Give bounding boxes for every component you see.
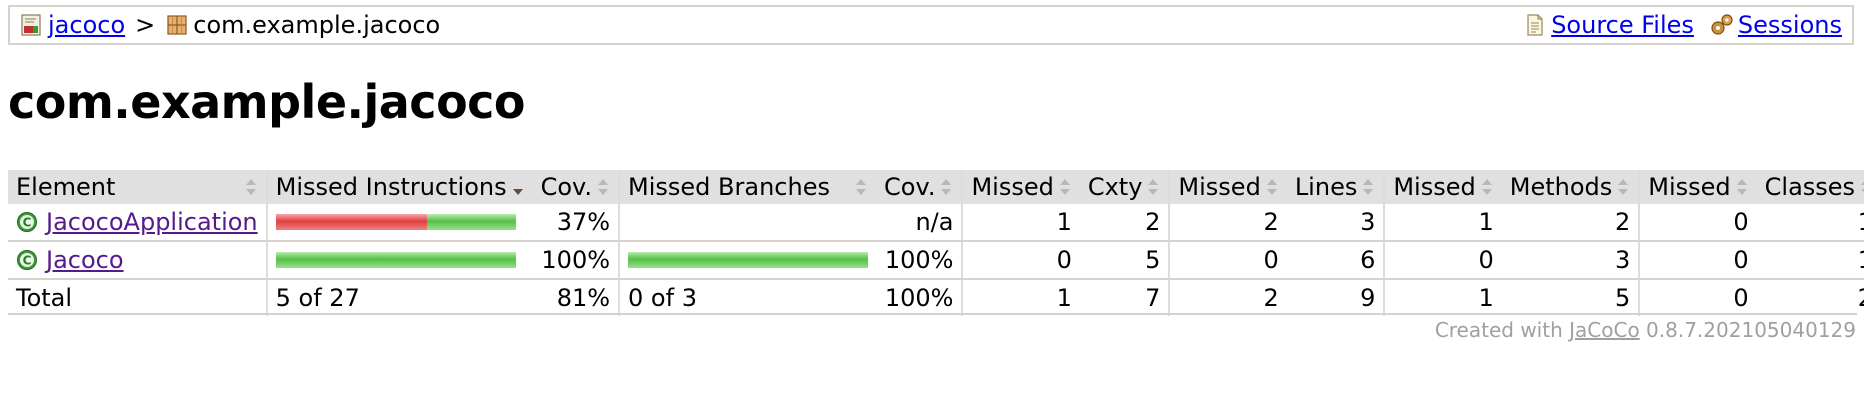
svg-text:C: C (23, 254, 32, 268)
missed-classes-cell: 0 (1638, 241, 1757, 280)
cov-instructions-cell: 37% (532, 204, 620, 242)
cxty-cell: 2 (1079, 204, 1170, 242)
sort-descending-icon (511, 176, 525, 198)
sort-icon (1859, 176, 1864, 198)
sort-icon (939, 176, 953, 198)
sort-icon (1735, 176, 1749, 198)
classes-cell: 1 (1756, 241, 1864, 280)
breadcrumb-root-link[interactable]: jacoco (48, 11, 125, 39)
sort-icon (1058, 176, 1072, 198)
total-missed-methods: 1 (1383, 279, 1502, 316)
lines-cell: 3 (1286, 204, 1385, 242)
svg-text:C: C (23, 216, 32, 230)
header-missed-instructions[interactable]: Missed Instructions (265, 170, 533, 204)
header-methods[interactable]: Methods (1501, 170, 1640, 204)
branches-bar-cell (618, 241, 877, 280)
header-classes[interactable]: Classes (1756, 170, 1864, 204)
covered-bar (628, 252, 869, 268)
missed-cxty-cell: 0 (961, 241, 1080, 280)
header-element[interactable]: Element (8, 170, 267, 204)
coverage-table: Element Missed Instructions Cov. Missed … (8, 170, 1864, 316)
total-missed-branches: 0 of 3 (618, 279, 877, 316)
package-icon (165, 13, 189, 37)
element-cell: C JacocoApplication (8, 204, 267, 242)
instructions-bar-cell (265, 204, 533, 242)
total-cxty: 7 (1145, 284, 1161, 312)
missed-cxty-cell: 1 (961, 204, 1080, 242)
page-title: com.example.jacoco (8, 75, 526, 129)
missed-lines-cell: 2 (1168, 204, 1287, 242)
total-lines: 9 (1360, 284, 1376, 312)
footer: Created with JaCoCo 0.8.7.202105040129 (1435, 318, 1856, 342)
footer-divider (8, 313, 1857, 315)
breadcrumb: jacoco > com.example.jacoco Source Files… (8, 5, 1854, 45)
header-cov-instructions[interactable]: Cov. (532, 170, 620, 204)
classes-cell: 1 (1756, 204, 1864, 242)
footer-prefix: Created with (1434, 318, 1563, 342)
table-row: C JacocoApplication 37% n/a 1 2 2 3 1 2 … (8, 204, 1864, 242)
covered-bar (426, 214, 516, 230)
sort-icon (596, 176, 610, 198)
breadcrumb-separator: > (135, 11, 156, 39)
header-missed-lines[interactable]: Missed (1168, 170, 1287, 204)
cov-branches-cell: 100% (876, 241, 963, 280)
footer-version: 0.8.7.202105040129 (1646, 318, 1856, 342)
table-header-row: Element Missed Instructions Cov. Missed … (8, 170, 1864, 204)
table-row: C Jacoco 100% 100% 0 5 0 6 0 3 0 (8, 241, 1864, 280)
cxty-cell: 5 (1079, 241, 1170, 280)
total-cov-branches: 100% (884, 284, 954, 312)
total-label: Total (16, 284, 73, 312)
header-cxty[interactable]: Cxty (1079, 170, 1170, 204)
missed-methods-cell: 0 (1383, 241, 1502, 280)
total-missed-classes: 0 (1638, 279, 1757, 316)
report-page: jacoco > com.example.jacoco Source Files… (0, 0, 1864, 412)
class-icon: C (17, 250, 37, 270)
total-cov-instructions: 81% (556, 284, 611, 312)
element-link[interactable]: JacocoApplication (46, 208, 258, 236)
methods-cell: 3 (1501, 241, 1640, 280)
missed-classes-cell: 0 (1638, 204, 1757, 242)
sort-icon (1616, 176, 1630, 198)
total-classes: 2 (1757, 279, 1864, 316)
header-missed-classes[interactable]: Missed (1638, 170, 1757, 204)
sort-icon (1146, 176, 1160, 198)
instructions-bar-cell (265, 241, 533, 280)
element-link[interactable]: Jacoco (46, 246, 124, 274)
cov-instructions-cell: 100% (532, 241, 620, 280)
sort-icon (1480, 176, 1494, 198)
sort-icon (1265, 176, 1279, 198)
total-methods: 5 (1614, 284, 1631, 312)
sessions-link[interactable]: Sessions (1738, 11, 1842, 39)
branches-bar-cell (618, 204, 877, 242)
breadcrumb-current: com.example.jacoco (193, 11, 441, 39)
total-missed-cxty: 1 (961, 279, 1080, 316)
source-files-icon (1523, 13, 1547, 37)
report-icon (20, 13, 44, 37)
methods-cell: 2 (1501, 204, 1640, 242)
source-files-link[interactable]: Source Files (1551, 11, 1694, 39)
header-cov-branches[interactable]: Cov. (876, 170, 963, 204)
sort-icon (854, 176, 868, 198)
total-row: Total 5 of 27 81% 0 of 3 100% 1 7 2 9 1 … (8, 279, 1864, 316)
missed-lines-cell: 0 (1168, 241, 1287, 280)
class-icon: C (17, 212, 37, 232)
total-missed-instructions: 5 of 27 (265, 279, 533, 316)
missed-bar (275, 214, 427, 230)
total-missed-lines: 2 (1168, 279, 1287, 316)
lines-cell: 6 (1286, 241, 1385, 280)
missed-methods-cell: 1 (1383, 204, 1502, 242)
header-lines[interactable]: Lines (1286, 170, 1385, 204)
covered-bar (275, 252, 516, 268)
element-cell: C Jacoco (8, 241, 267, 280)
header-missed-cxty[interactable]: Missed (961, 170, 1080, 204)
sessions-gear-icon (1710, 13, 1734, 37)
sort-icon (1361, 176, 1375, 198)
header-missed-methods[interactable]: Missed (1383, 170, 1502, 204)
cov-branches-cell: n/a (876, 204, 963, 242)
jacoco-link[interactable]: JaCoCo (1569, 318, 1640, 342)
header-missed-branches[interactable]: Missed Branches (618, 170, 877, 204)
sort-icon (244, 176, 258, 198)
